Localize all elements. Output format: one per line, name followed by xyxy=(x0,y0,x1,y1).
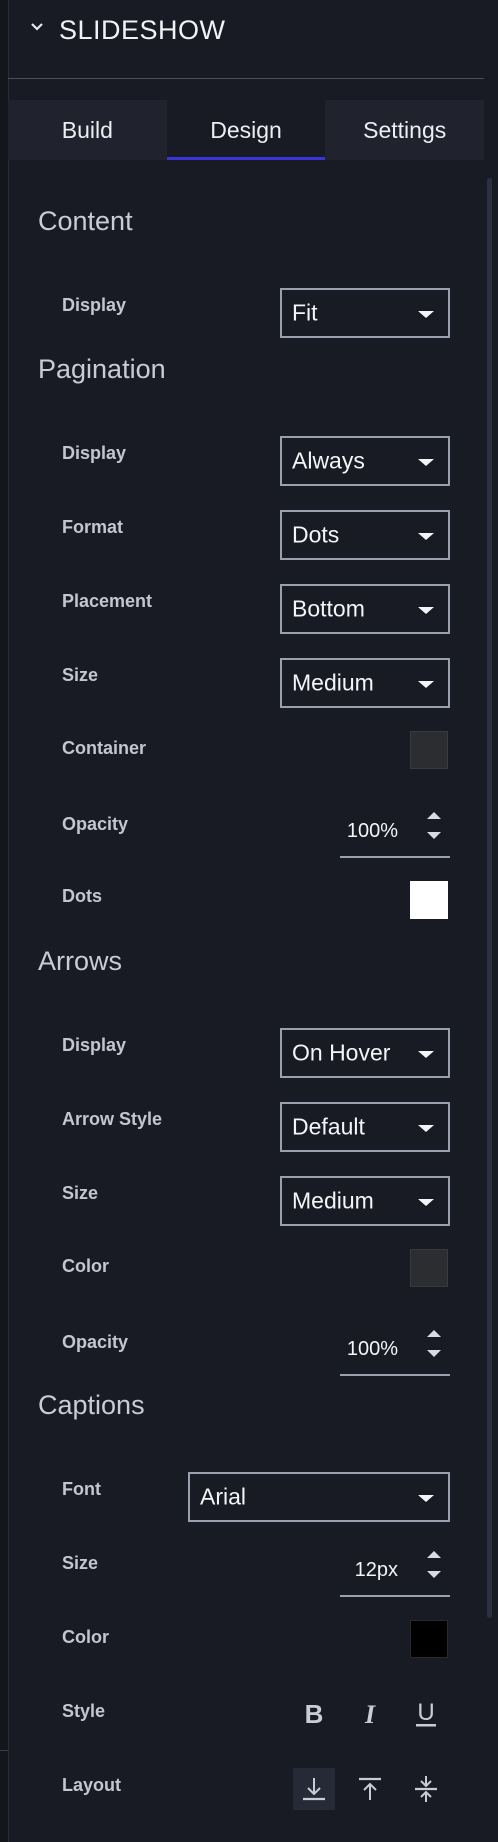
select-value: Arial xyxy=(200,1483,247,1510)
pagination-size-label: Size xyxy=(62,665,99,685)
caret-down-icon xyxy=(418,533,434,540)
pagination-placement-select[interactable]: Bottom xyxy=(280,584,450,634)
arrows-opacity-label: Opacity xyxy=(62,1332,129,1352)
panel-header[interactable]: SLIDESHOW xyxy=(8,0,484,78)
tab-settings[interactable]: Settings xyxy=(325,100,484,160)
decrement-icon[interactable] xyxy=(427,1571,441,1578)
increment-icon[interactable] xyxy=(427,1330,441,1337)
select-value: Medium xyxy=(292,1187,374,1214)
caret-down-icon xyxy=(418,1051,434,1058)
tab-build[interactable]: Build xyxy=(8,100,167,160)
captions-layout-label: Layout xyxy=(62,1775,122,1795)
pagination-display-label: Display xyxy=(62,443,127,463)
captions-size-label: Size xyxy=(62,1553,99,1573)
slideshow-panel: SLIDESHOW Build Design Settings Content … xyxy=(8,0,492,1842)
stepper-value: 100% xyxy=(346,820,398,842)
select-value: Default xyxy=(292,1113,365,1140)
caret-down-icon xyxy=(418,607,434,614)
pagination-size-select[interactable]: Medium xyxy=(280,658,450,708)
select-value: Dots xyxy=(292,521,340,548)
pagination-opacity-stepper[interactable]: 100% xyxy=(340,810,450,858)
pagination-dots-label: Dots xyxy=(62,886,102,906)
captions-color-label: Color xyxy=(62,1627,109,1647)
content-display-select[interactable]: Fit xyxy=(280,288,450,338)
svg-text:I: I xyxy=(364,1702,376,1726)
caret-down-icon xyxy=(418,681,434,688)
increment-icon[interactable] xyxy=(427,1551,441,1558)
header-divider xyxy=(8,78,484,79)
italic-icon[interactable]: I xyxy=(349,1693,391,1735)
pagination-display-select[interactable]: Always xyxy=(280,436,450,486)
arrows-style-select[interactable]: Default xyxy=(280,1102,450,1152)
arrows-opacity-stepper[interactable]: 100% xyxy=(340,1328,450,1376)
arrows-display-select[interactable]: On Hover xyxy=(280,1028,450,1078)
caret-down-icon xyxy=(418,1199,434,1206)
pagination-dots-color-swatch[interactable] xyxy=(410,881,448,919)
align-top-icon[interactable] xyxy=(349,1768,391,1810)
svg-text:B: B xyxy=(305,1702,324,1726)
left-edge-mark xyxy=(0,1750,8,1751)
stepper-value: 100% xyxy=(346,1338,398,1360)
captions-size-stepper[interactable]: 12px xyxy=(340,1549,450,1597)
pagination-placement-label: Placement xyxy=(62,591,153,611)
arrows-size-label: Size xyxy=(62,1183,99,1203)
align-bottom-icon[interactable] xyxy=(293,1768,335,1810)
caret-down-icon xyxy=(418,1125,434,1132)
select-value: Always xyxy=(292,447,365,474)
caret-down-icon xyxy=(418,459,434,466)
select-value: Medium xyxy=(292,669,374,696)
tab-bar: Build Design Settings xyxy=(8,100,484,160)
pagination-format-label: Format xyxy=(62,517,124,537)
svg-text:U: U xyxy=(417,1700,434,1726)
caret-down-icon xyxy=(418,1495,434,1502)
select-value: Fit xyxy=(292,299,318,326)
captions-style-label: Style xyxy=(62,1701,106,1721)
align-center-icon[interactable] xyxy=(405,1768,447,1810)
pagination-format-select[interactable]: Dots xyxy=(280,510,450,560)
arrows-size-select[interactable]: Medium xyxy=(280,1176,450,1226)
pagination-opacity-label: Opacity xyxy=(62,814,129,834)
select-value: Bottom xyxy=(292,595,365,622)
pagination-container-color-swatch[interactable] xyxy=(410,731,448,769)
increment-icon[interactable] xyxy=(427,812,441,819)
pagination-container-label: Container xyxy=(62,738,147,758)
panel-title: SLIDESHOW xyxy=(59,15,226,45)
underline-icon[interactable]: U xyxy=(405,1693,447,1735)
captions-font-label: Font xyxy=(62,1479,101,1499)
caret-down-icon xyxy=(418,311,434,318)
chevron-down-icon[interactable] xyxy=(30,20,44,34)
arrows-color-swatch[interactable] xyxy=(410,1249,448,1287)
arrows-color-label: Color xyxy=(62,1256,109,1276)
section-title-content: Content xyxy=(38,206,133,236)
decrement-icon[interactable] xyxy=(427,1350,441,1357)
tab-design[interactable]: Design xyxy=(166,100,326,160)
arrows-display-label: Display xyxy=(62,1035,127,1055)
section-title-arrows: Arrows xyxy=(38,946,123,976)
panel-scrollbar[interactable] xyxy=(487,178,492,1618)
decrement-icon[interactable] xyxy=(427,832,441,839)
content-display-label: Display xyxy=(62,295,127,315)
arrows-style-label: Arrow Style xyxy=(62,1109,163,1129)
bold-icon[interactable]: B xyxy=(293,1693,335,1735)
stepper-value: 12px xyxy=(354,1559,398,1581)
section-title-pagination: Pagination xyxy=(38,354,166,384)
captions-color-swatch[interactable] xyxy=(410,1620,448,1658)
captions-font-select[interactable]: Arial xyxy=(188,1472,450,1522)
select-value: On Hover xyxy=(292,1039,391,1066)
section-title-captions: Captions xyxy=(38,1390,145,1420)
